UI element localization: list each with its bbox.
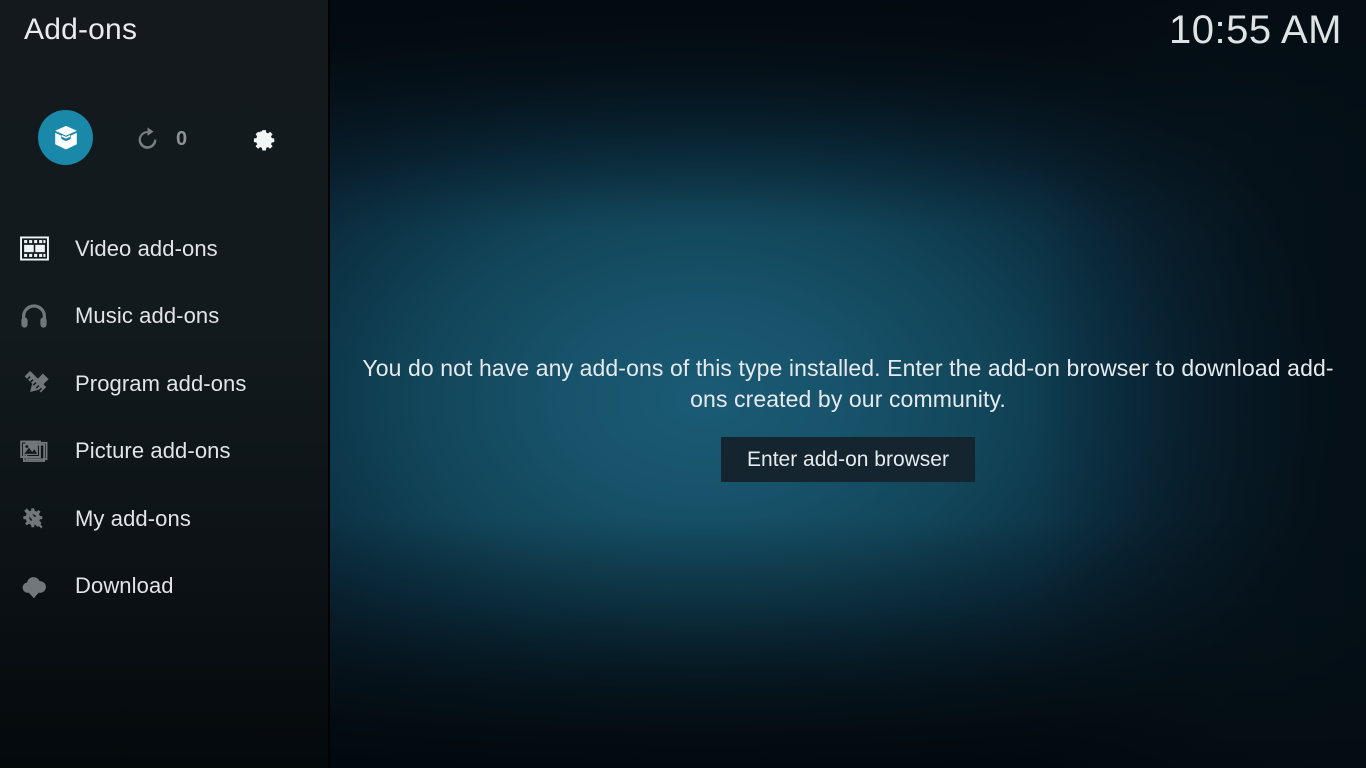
sidebar: Add-ons 0 Video add-ons Music add-ons Pr… bbox=[0, 0, 328, 768]
sidebar-menu: Video add-ons Music add-ons Program add-… bbox=[0, 215, 328, 620]
sidebar-item-label: Program add-ons bbox=[75, 370, 247, 396]
sidebar-item-label: Download bbox=[75, 573, 174, 599]
cloud-download-icon bbox=[18, 570, 50, 602]
gear-icon bbox=[253, 130, 275, 151]
sidebar-item-label: Music add-ons bbox=[75, 303, 220, 329]
headphones-icon bbox=[18, 300, 50, 332]
sidebar-item-label: Picture add-ons bbox=[75, 438, 231, 464]
enter-addon-browser-button[interactable]: Enter add-on browser bbox=[721, 437, 975, 482]
sidebar-item-picture-addons[interactable]: Picture add-ons bbox=[0, 418, 328, 486]
refresh-button[interactable] bbox=[132, 124, 162, 154]
sidebar-item-label: Video add-ons bbox=[75, 235, 218, 261]
content-pane bbox=[330, 0, 1366, 768]
sidebar-item-program-addons[interactable]: Program add-ons bbox=[0, 350, 328, 418]
refresh-count: 0 bbox=[176, 128, 188, 150]
content-right-vignette bbox=[1036, 0, 1366, 768]
sidebar-divider bbox=[328, 0, 330, 768]
sidebar-item-label: My add-ons bbox=[75, 505, 191, 531]
sidebar-item-video-addons[interactable]: Video add-ons bbox=[0, 215, 328, 283]
film-strip-icon bbox=[18, 233, 50, 265]
page-title: Add-ons bbox=[24, 13, 138, 46]
sidebar-item-music-addons[interactable]: Music add-ons bbox=[0, 283, 328, 351]
picture-stack-icon bbox=[18, 435, 50, 467]
sidebar-item-download[interactable]: Download bbox=[0, 553, 328, 621]
settings-button[interactable] bbox=[245, 122, 279, 156]
pencil-ruler-icon bbox=[18, 368, 50, 400]
addons-category-badge[interactable] bbox=[38, 110, 93, 165]
gear-screwdriver-icon bbox=[18, 503, 50, 535]
clock: 10:55 AM bbox=[1168, 8, 1342, 52]
kodi-addons-screen: You do not have any add-ons of this type… bbox=[0, 0, 1366, 768]
open-box-icon bbox=[54, 125, 77, 149]
refresh-icon bbox=[138, 126, 156, 149]
sidebar-item-my-addons[interactable]: My add-ons bbox=[0, 485, 328, 553]
